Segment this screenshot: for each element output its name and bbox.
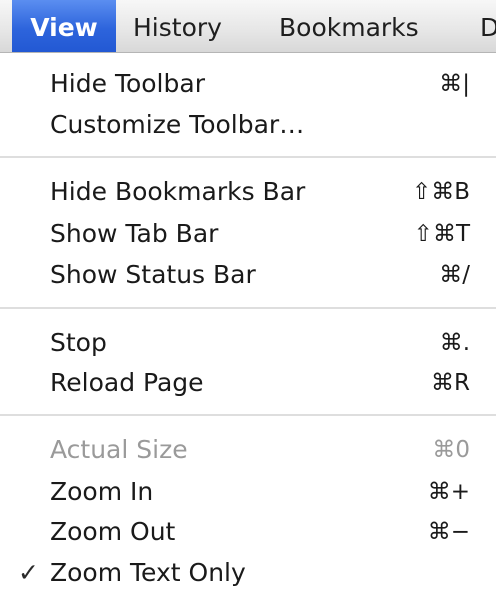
menu-item-zoom-text-only[interactable]: ✓ Zoom Text Only (0, 553, 496, 593)
menu-item-label: Reload Page (50, 368, 204, 397)
menu-separator (0, 156, 496, 158)
menubar-develop[interactable]: D (480, 0, 496, 52)
checkmark-icon: ✓ (18, 558, 39, 587)
menu-item-shortcut: ⌘− (427, 519, 470, 545)
menu-item-hide-bookmarks-bar[interactable]: Hide Bookmarks Bar ⇧⌘B (0, 172, 496, 212)
menu-item-label: Hide Toolbar (50, 69, 205, 98)
menu-item-zoom-in[interactable]: Zoom In ⌘+ (0, 472, 496, 512)
menu-bar: View History Bookmarks D (0, 0, 496, 53)
menu-item-label: Stop (50, 328, 107, 357)
menubar-history[interactable]: History (133, 0, 222, 52)
menu-item-reload-page[interactable]: Reload Page ⌘R (0, 363, 496, 403)
menu-item-label: Show Status Bar (50, 260, 256, 289)
view-menu-dropdown: Hide Toolbar ⌘| Customize Toolbar… Hide … (0, 53, 496, 600)
menu-item-shortcut: ⌘+ (427, 479, 470, 505)
menu-item-shortcut: ⌘/ (439, 262, 470, 288)
menu-item-actual-size: Actual Size ⌘0 (0, 430, 496, 470)
menu-separator (0, 307, 496, 309)
menu-item-show-tab-bar[interactable]: Show Tab Bar ⇧⌘T (0, 214, 496, 254)
menu-item-label: Zoom In (50, 477, 154, 506)
menubar-view[interactable]: View (12, 0, 116, 52)
menu-item-shortcut: ⌘. (439, 330, 470, 356)
menu-item-label: Actual Size (50, 435, 188, 464)
menu-item-shortcut: ⌘R (431, 370, 470, 396)
menu-item-shortcut: ⇧⌘T (413, 221, 470, 247)
menu-item-label: Hide Bookmarks Bar (50, 177, 306, 206)
menu-item-shortcut: ⇧⌘B (411, 179, 470, 205)
menu-item-hide-toolbar[interactable]: Hide Toolbar ⌘| (0, 64, 496, 104)
menu-separator (0, 414, 496, 416)
menu-item-label: Customize Toolbar… (50, 110, 305, 139)
menu-item-zoom-out[interactable]: Zoom Out ⌘− (0, 512, 496, 552)
menu-item-customize-toolbar[interactable]: Customize Toolbar… (0, 105, 496, 145)
menu-item-label: Show Tab Bar (50, 219, 219, 248)
menu-item-stop[interactable]: Stop ⌘. (0, 323, 496, 363)
menu-item-shortcut: ⌘0 (432, 437, 470, 463)
menu-item-show-status-bar[interactable]: Show Status Bar ⌘/ (0, 255, 496, 295)
menu-item-shortcut: ⌘| (439, 71, 470, 97)
menu-item-label: Zoom Text Only (50, 558, 246, 587)
menu-item-label: Zoom Out (50, 517, 176, 546)
menubar-bookmarks[interactable]: Bookmarks (279, 0, 419, 52)
